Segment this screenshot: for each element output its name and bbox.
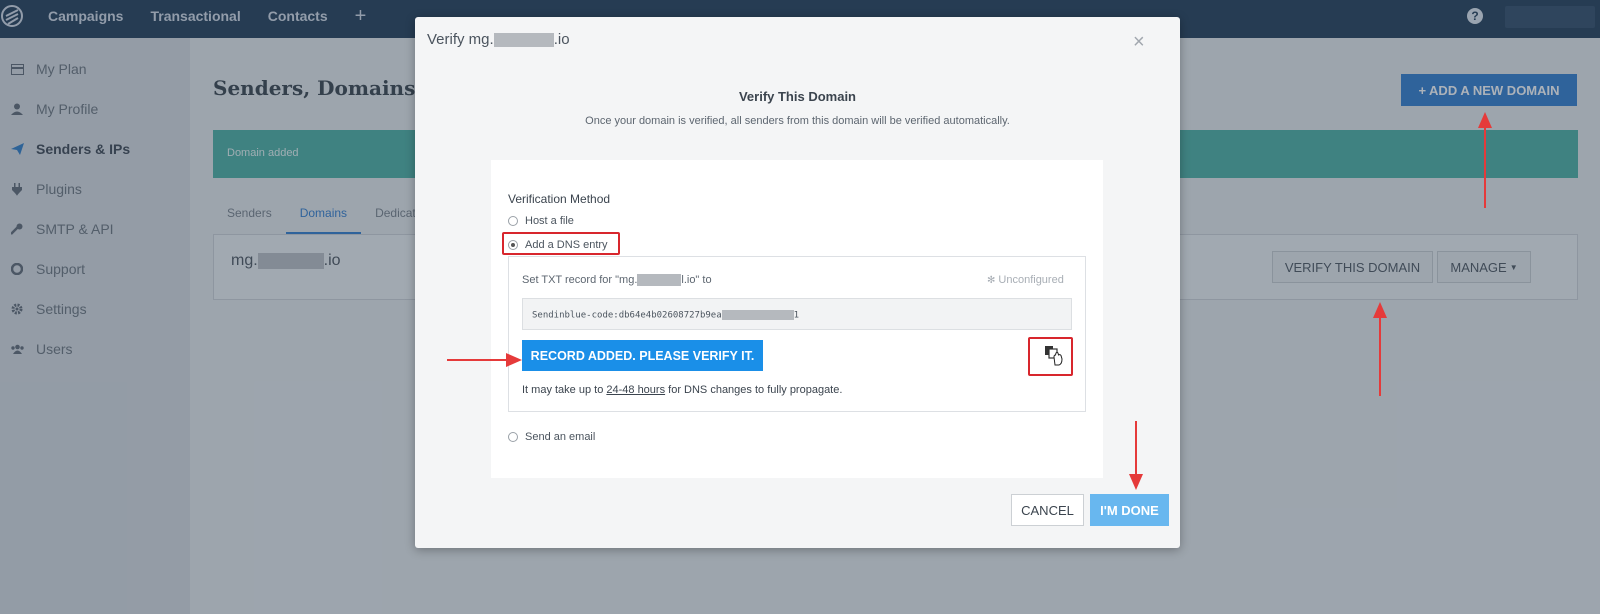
radio-host-file[interactable] bbox=[508, 216, 518, 226]
annotation-highlight bbox=[502, 232, 620, 255]
cancel-button[interactable]: CANCEL bbox=[1011, 494, 1084, 526]
radio-send-email[interactable] bbox=[508, 432, 518, 442]
annotation-highlight bbox=[1028, 337, 1073, 376]
verification-method-label: Verification Method bbox=[508, 192, 611, 206]
propagate-note: It may take up to 24-48 hours for DNS ch… bbox=[522, 384, 843, 396]
txt-record-value[interactable]: Sendinblue-code:db64e4b02608727b9ea 1 bbox=[522, 298, 1072, 330]
record-added-button[interactable]: RECORD ADDED. PLEASE VERIFY IT. bbox=[522, 340, 763, 371]
dns-entry-box: Set TXT record for "mg. l.io" to ✻ Unconf… bbox=[508, 256, 1086, 412]
modal-subheading: Once your domain is verified, all sender… bbox=[585, 115, 1010, 127]
gear-icon: ✻ bbox=[987, 274, 996, 286]
redacted-block bbox=[637, 274, 682, 287]
im-done-button[interactable]: I'M DONE bbox=[1090, 494, 1169, 526]
verification-panel: Verification Method Host a file Add a DN… bbox=[491, 160, 1103, 478]
option-send-email[interactable]: Send an email bbox=[508, 431, 595, 443]
propagate-link[interactable]: 24-48 hours bbox=[606, 384, 665, 396]
redacted-block bbox=[493, 33, 554, 48]
modal-heading: Verify This Domain bbox=[738, 89, 857, 104]
option-host-file[interactable]: Host a file bbox=[508, 215, 574, 227]
txt-record-label: Set TXT record for "mg. l.io" to bbox=[522, 274, 712, 287]
close-icon[interactable]: × bbox=[1133, 31, 1145, 54]
verify-domain-modal: Verify mg. .io × Verify This Domain Once … bbox=[415, 17, 1180, 548]
status-badge: ✻ Unconfigured bbox=[987, 274, 1064, 286]
redacted-block bbox=[721, 310, 794, 320]
modal-title: Verify mg. .io bbox=[427, 31, 570, 48]
